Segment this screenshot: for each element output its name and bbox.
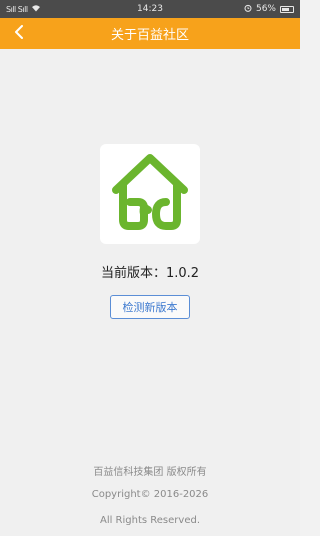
- battery-percent: 56%: [255, 4, 276, 14]
- status-bar: Sıll Sıll 14:23 56%: [0, 0, 300, 18]
- all-rights-reserved: All Rights Reserved.: [99, 515, 201, 526]
- alarm-icon: [244, 4, 252, 15]
- wifi-icon: [31, 4, 41, 15]
- status-time: 14:23: [137, 4, 163, 14]
- company-copyright: 百益信科技集团 版权所有: [93, 467, 207, 478]
- status-left: Sıll Sıll: [6, 4, 41, 15]
- app-logo: [100, 144, 200, 244]
- battery-icon: [280, 5, 294, 13]
- about-content: 当前版本：1.0.2 检测新版本 百益信科技集团 版权所有 Copyright©…: [0, 49, 300, 536]
- chevron-left-icon: [14, 24, 24, 43]
- signal-indicator: Sıll Sıll: [6, 4, 28, 14]
- version-label: 当前版本：1.0.2: [100, 266, 200, 281]
- house-bcd-logo-icon: [108, 150, 192, 238]
- title-bar: 关于百益社区: [0, 18, 300, 49]
- status-right: 56%: [244, 4, 294, 15]
- check-update-button[interactable]: 检测新版本: [110, 295, 190, 319]
- page-title: 关于百益社区: [110, 28, 189, 43]
- back-button[interactable]: [6, 18, 32, 49]
- copyright-years: Copyright© 2016-2026: [91, 489, 209, 500]
